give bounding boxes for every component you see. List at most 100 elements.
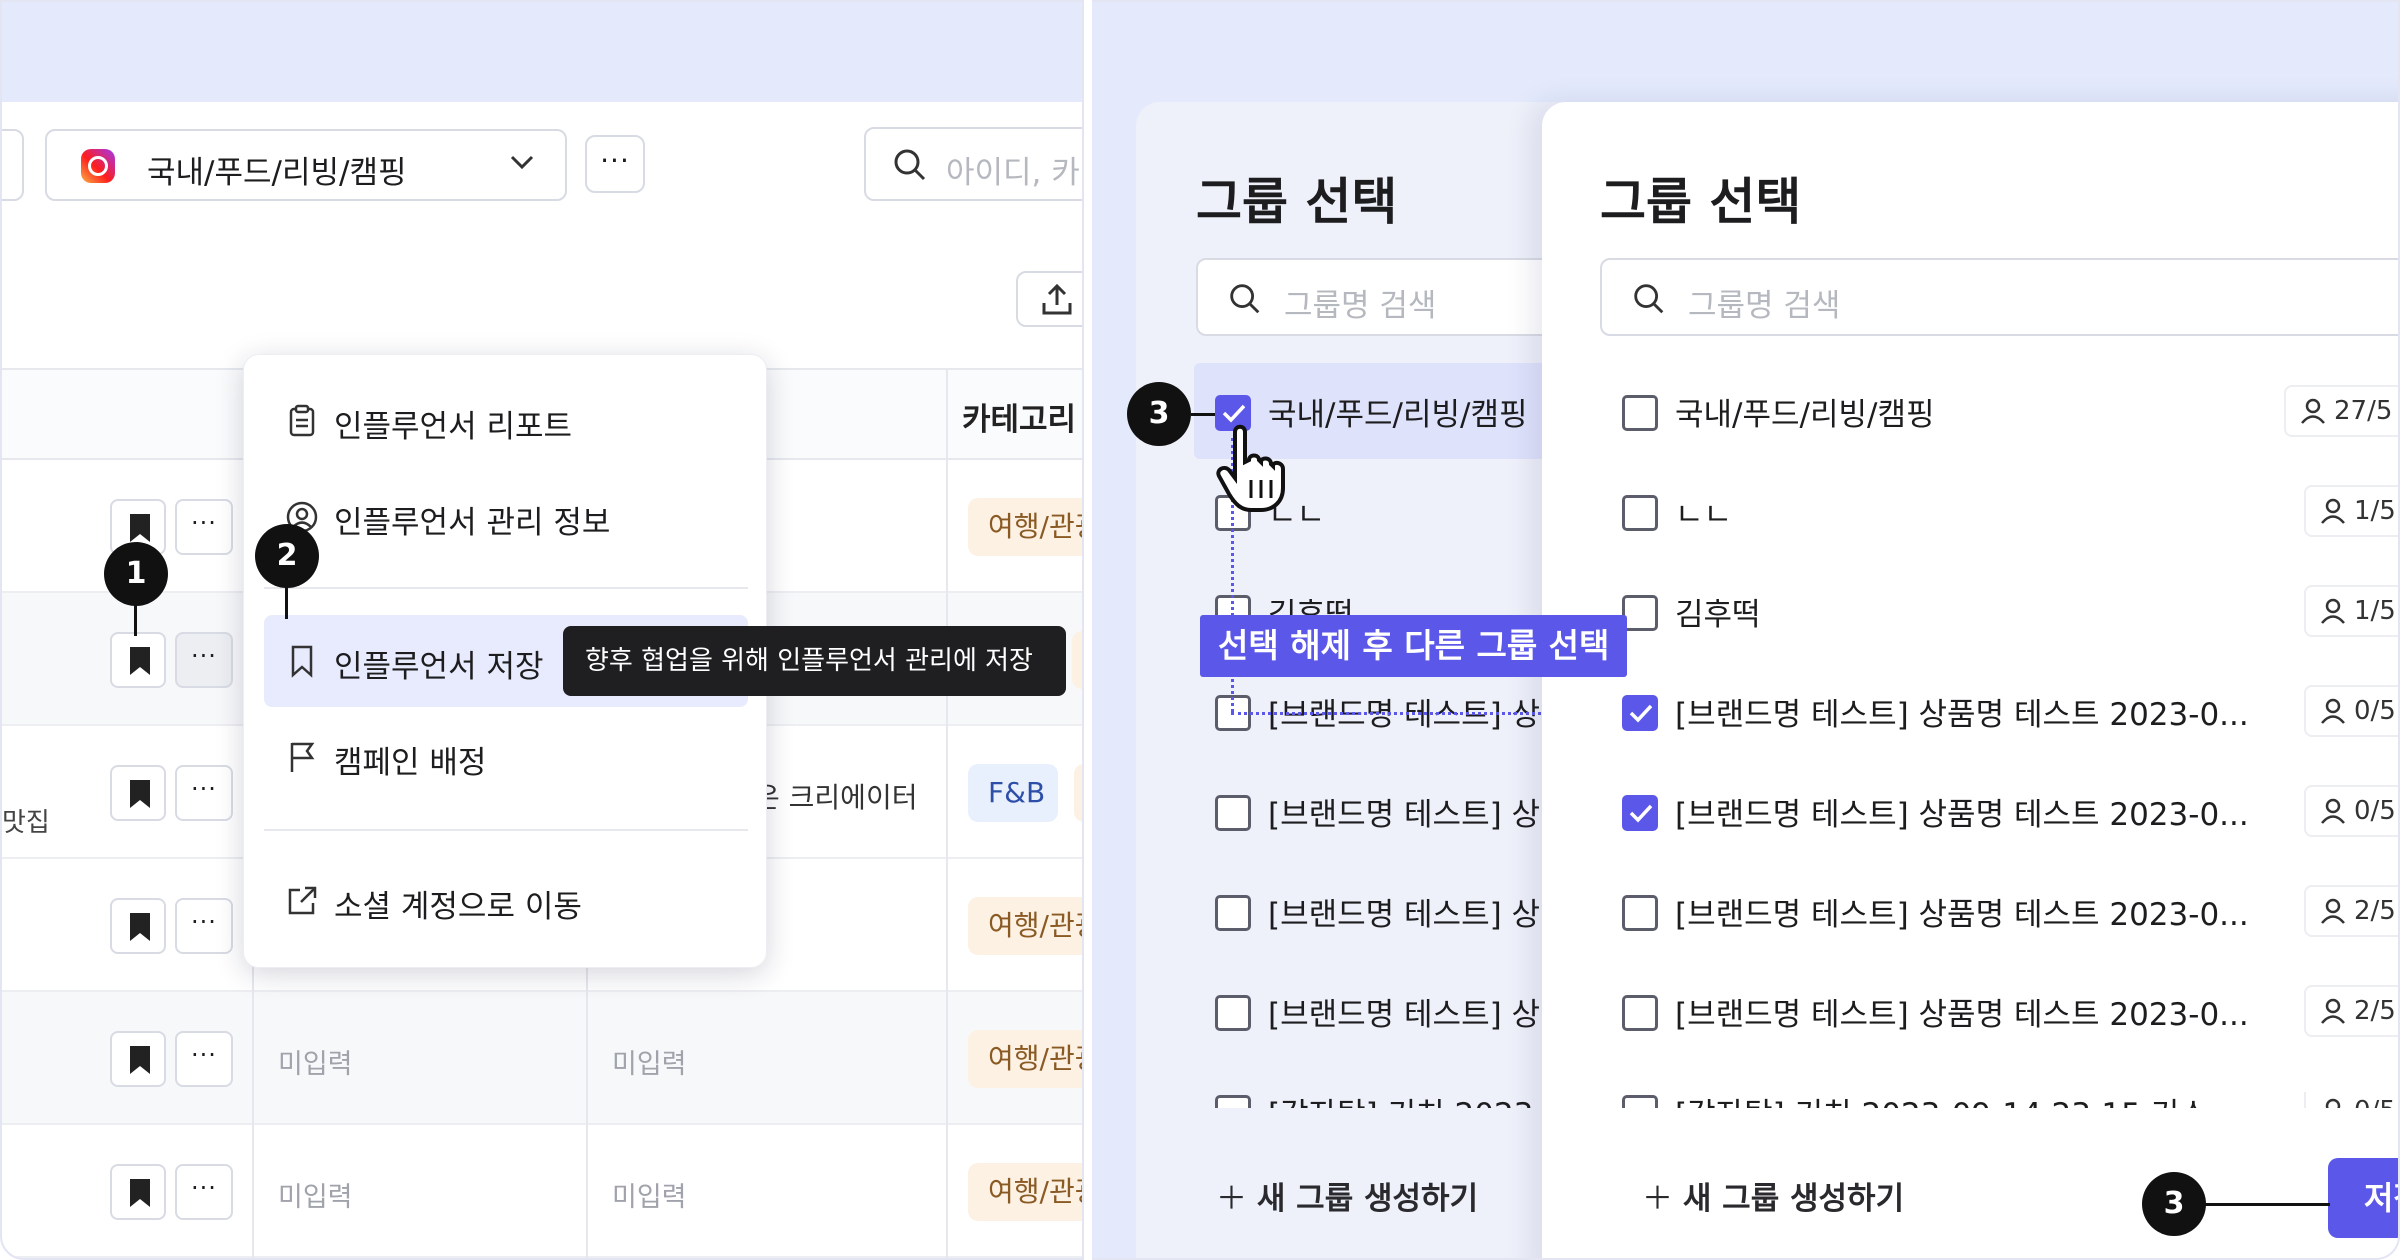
flag-icon [290, 742, 315, 772]
group-count-text: 2/5 [2354, 896, 2396, 926]
menu-item-go-social[interactable]: 소셜 계정으로 이동 [244, 861, 768, 941]
check-icon [1222, 404, 1246, 423]
group-count-text: 0/5 [2354, 696, 2396, 726]
row-text: 미입력 [612, 1049, 687, 1080]
new-group-label: 새 그룹 생성하기 [1682, 1181, 1905, 1217]
menu-item-assign-campaign[interactable]: 캠페인 배정 [244, 717, 768, 797]
bookmark-button[interactable] [110, 898, 166, 954]
group-search-placeholder: 그룹명 검색 [1688, 288, 1841, 324]
user-icon [2301, 398, 2325, 424]
group-checkbox[interactable] [1622, 795, 1658, 831]
column-divider [946, 368, 948, 1258]
group-member-count: 1/5 [2304, 585, 2398, 637]
new-group-button[interactable]: ＋ 새 그룹 생성하기 [1642, 1173, 1904, 1218]
cut-off-list-item: [감자탕] 기치 2023-09-14 23:15 기스 0/5 [1602, 1092, 2398, 1108]
bookmark-icon [130, 1046, 150, 1074]
bookmark-icon [130, 780, 150, 808]
search-input[interactable]: 아이디, 카테 [864, 127, 1082, 201]
menu-item-label: 인플루언서 리포트 [334, 409, 573, 445]
chevron-down-icon [507, 147, 537, 185]
row-text: 미입력 [612, 1182, 687, 1213]
group-member-count: 2/5 [2304, 985, 2398, 1037]
bookmark-button[interactable] [110, 1031, 166, 1087]
user-icon [2321, 698, 2345, 724]
group-checkbox[interactable] [1622, 595, 1658, 631]
bookmark-button[interactable] [110, 765, 166, 821]
menu-item-influencer-info[interactable]: 인플루언서 관리 정보 [244, 477, 768, 557]
group-label: [브랜드명 테스트] 상품명 테스트 2023-0... [1675, 897, 2249, 933]
more-options-button[interactable]: ··· [585, 135, 645, 193]
group-checkbox[interactable] [1622, 695, 1658, 731]
row-more-button[interactable]: ··· [175, 499, 233, 555]
plus-icon: ＋ [1642, 1181, 1683, 1217]
save-button[interactable]: 저장하기 [2328, 1158, 2398, 1238]
group-member-count: 0/5 [2304, 685, 2398, 737]
group-label: ㄴㄴ [1675, 497, 1733, 533]
user-icon [2321, 798, 2345, 824]
group-label: 국내/푸드/리빙/캠핑 [1675, 397, 1935, 433]
group-label: [감자탕] 기치 2023 [1268, 1092, 1533, 1108]
category-tag [1074, 764, 1082, 822]
search-placeholder: 아이디, 카테 [946, 155, 1082, 191]
check-icon [1629, 804, 1653, 823]
right-screen: 그룹 선택 그룹명 검색 국내/푸드/리빙/캠핑 ㄴㄴ 김후떡 [브랜드명 테스… [1092, 0, 2400, 1260]
row-more-button[interactable]: ··· [175, 898, 233, 954]
group-checkbox[interactable] [1622, 495, 1658, 531]
user-icon [2321, 898, 2345, 924]
group-count-text: 27/5 [2334, 396, 2393, 426]
bookmark-button[interactable] [110, 1164, 166, 1220]
group-label: [감자탕] 기치 2023-09-14 23:15 기스 [1675, 1092, 2208, 1108]
group-label: [브랜드명 테스트] 상품명 테스트 2023-0... [1675, 997, 2249, 1033]
group-count-text: 2/5 [2354, 996, 2396, 1026]
new-group-button[interactable]: ＋ 새 그룹 생성하기 [1216, 1173, 1478, 1218]
row-more-button[interactable]: ··· [175, 765, 233, 821]
menu-item-label: 캠페인 배정 [334, 745, 487, 781]
search-icon [1230, 284, 1260, 314]
cut-off-control[interactable] [2, 129, 24, 201]
group-label: [브랜드명 테스트] 상품명 테스트 2023-0... [1675, 797, 2249, 833]
group-select-label: 국내/푸드/리빙/캠핑 [147, 155, 407, 191]
group-search-input[interactable]: 그룹명 검색 [1600, 258, 2398, 336]
step-badge-2: 2 [255, 524, 319, 588]
category-tag: 여행/관광 [968, 1163, 1082, 1221]
bookmark-button[interactable] [110, 632, 166, 688]
group-label: [브랜드명 테스트] 상 [1268, 897, 1541, 933]
category-tag: 여행/관광 [968, 498, 1082, 556]
row-text: 맛집 [2, 808, 50, 838]
menu-item-label: 인플루언서 저장 [334, 649, 544, 685]
group-label: [브랜드명 테스트] 상 [1268, 997, 1541, 1033]
row-more-button[interactable]: ··· [175, 632, 233, 688]
search-icon [894, 149, 926, 181]
group-count-text: 1/5 [2354, 596, 2396, 626]
group-search-input[interactable]: 그룹명 검색 [1196, 258, 1596, 336]
user-icon [2321, 498, 2345, 524]
group-label: 김후떡 [1675, 597, 1761, 633]
user-icon [2325, 1098, 2341, 1108]
group-count-text: 0/5 [2354, 1096, 2396, 1108]
category-tag: 여행/관광 [968, 1030, 1082, 1088]
group-checkbox[interactable] [1215, 795, 1251, 831]
group-checkbox[interactable] [1622, 395, 1658, 431]
row-text: 미입력 [278, 1182, 353, 1213]
export-button[interactable] [1016, 271, 1082, 327]
group-checkbox[interactable] [1215, 995, 1251, 1031]
instagram-icon [81, 149, 115, 183]
group-checkbox[interactable] [1622, 1095, 1658, 1108]
save-tooltip: 향후 협업을 위해 인플루언서 관리에 저장 [563, 626, 1066, 696]
plus-icon: ＋ [1216, 1181, 1257, 1217]
step-badge-3: 3 [1127, 382, 1191, 446]
badge-connector [285, 587, 288, 619]
menu-divider [264, 829, 748, 831]
group-checkbox[interactable] [1215, 895, 1251, 931]
group-checkbox[interactable] [1622, 995, 1658, 1031]
group-member-count: 0/5 [2304, 785, 2398, 837]
group-checkbox[interactable] [1215, 1095, 1251, 1108]
row-more-button[interactable]: ··· [175, 1164, 233, 1220]
category-column-header: 카테고리 [962, 402, 1077, 438]
group-select-dropdown[interactable]: 국내/푸드/리빙/캠핑 [45, 129, 567, 201]
row-more-button[interactable]: ··· [175, 1031, 233, 1087]
menu-item-influencer-report[interactable]: 인플루언서 리포트 [244, 381, 768, 461]
group-checkbox[interactable] [1622, 895, 1658, 931]
category-tag: F&B [968, 764, 1058, 822]
hand-cursor-icon [1216, 424, 1285, 512]
